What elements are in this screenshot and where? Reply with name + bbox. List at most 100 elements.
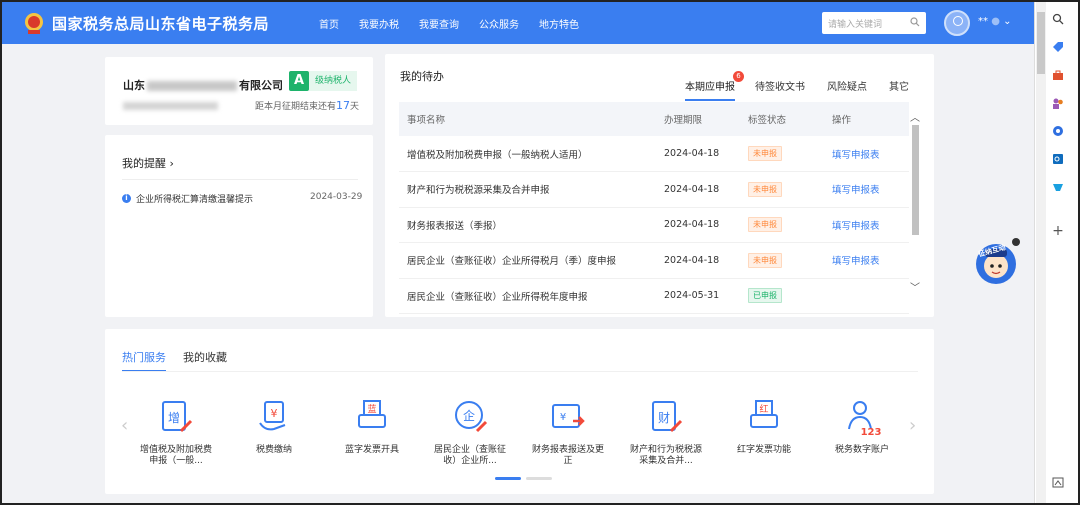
nav-query[interactable]: 我要查询	[419, 16, 459, 31]
col-name: 事项名称	[399, 102, 656, 136]
nav-handle-tax[interactable]: 我要办税	[359, 16, 399, 31]
site-title[interactable]: 国家税务总局山东省电子税务局	[52, 13, 269, 34]
service-digital-account[interactable]: 123 税务数字账户	[813, 397, 911, 467]
office-icon[interactable]	[1051, 124, 1065, 138]
tax-id-blurred	[123, 102, 218, 110]
tab-documents[interactable]: 待签收文书	[755, 78, 805, 101]
digital-account-icon: 123	[841, 397, 883, 439]
tax-emblem-logo	[22, 11, 46, 35]
status-badge: 未申报	[748, 252, 782, 268]
enterprise-icon: 企	[449, 397, 491, 439]
credit-level-badge: A	[289, 71, 309, 91]
table-row: 增值税及附加税费申报（一般纳税人适用） 2024-04-18 未申报 填写申报表	[399, 136, 909, 172]
svg-text:¥: ¥	[560, 412, 566, 423]
carousel-pagination	[495, 477, 552, 480]
service-label: 税务数字账户	[834, 445, 889, 455]
table-row: 居民企业（查账征收）企业所得税年度申报 2024-05-31 已申报	[399, 278, 909, 314]
task-name: 居民企业（查账征收）企业所得税月（季）度申报	[399, 242, 656, 279]
people-icon[interactable]	[1051, 96, 1065, 110]
service-label: 财务报表报送及更正	[531, 445, 604, 466]
hot-services-card: 热门服务 我的收藏 ‹ › 增 增值税及附加税费申报（一般... ¥ 税费缴纳 …	[105, 329, 934, 494]
tab-favorites[interactable]: 我的收藏	[183, 349, 227, 372]
svg-text:企: 企	[463, 408, 475, 423]
vat-doc-icon: 增	[155, 397, 197, 439]
page-dot-active[interactable]	[495, 477, 521, 480]
todo-card: 我的待办 本期应申报 6 待签收文书 风险疑点 其它 事项名称 办理期限 标签状态…	[385, 54, 934, 317]
service-tax-payment[interactable]: ¥ 税费缴纳	[225, 397, 323, 467]
todo-title: 我的待办	[400, 70, 444, 83]
shopping-icon[interactable]	[1051, 180, 1065, 194]
table-header: 事项名称 办理期限 标签状态 操作	[399, 102, 909, 136]
service-label: 居民企业（查账征收）企业所...	[433, 445, 506, 466]
company-card: 山东 有限公司 A 级纳税人 距本月征期结束还有17天	[105, 57, 373, 125]
table-row: 财产和行为税税源采集及合并申报 2024-04-18 未申报 填写申报表	[399, 171, 909, 208]
svg-text:增: 增	[168, 411, 180, 425]
add-icon[interactable]: +	[1051, 223, 1065, 239]
payment-icon: ¥	[253, 397, 295, 439]
count-badge: 6	[733, 71, 744, 82]
toolbox-icon[interactable]	[1051, 68, 1065, 82]
service-red-invoice[interactable]: 红 红字发票功能	[715, 397, 813, 467]
red-invoice-icon: 红	[743, 397, 785, 439]
reminders-card: 我的提醒 › i 企业所得税汇算清缴温馨提示 2024-03-29	[105, 135, 373, 317]
task-deadline: 2024-04-18	[656, 207, 740, 243]
service-property-tax[interactable]: 财 财产和行为税税源采集及合并...	[617, 397, 715, 467]
chevron-down-icon[interactable]: ﹀	[910, 279, 920, 294]
deadline-countdown: 距本月征期结束还有17天	[254, 99, 359, 112]
fill-form-link[interactable]: 填写申报表	[832, 256, 880, 267]
tab-current-declare[interactable]: 本期应申报 6	[685, 71, 744, 101]
invoice-printer-icon: 蓝	[351, 397, 393, 439]
reminder-item[interactable]: i 企业所得税汇算清缴温馨提示	[122, 192, 253, 205]
status-badge: 未申报	[748, 181, 782, 197]
tab-other[interactable]: 其它	[889, 78, 909, 101]
search-input[interactable]: 请输入关键词	[822, 12, 926, 34]
service-list: 增 增值税及附加税费申报（一般... ¥ 税费缴纳 蓝 蓝字发票开具 企 居民企…	[127, 397, 917, 467]
col-deadline: 办理期限	[656, 102, 740, 136]
search-icon[interactable]	[910, 17, 920, 30]
task-deadline: 2024-04-18	[656, 242, 740, 279]
page-dot[interactable]	[526, 477, 552, 480]
interactive-mascot-button[interactable]: 征纳互动	[972, 234, 1020, 290]
fill-form-link[interactable]: 填写申报表	[832, 150, 880, 161]
col-status: 标签状态	[740, 102, 824, 136]
tag-icon[interactable]	[1051, 40, 1065, 54]
task-name: 增值税及附加税费申报（一般纳税人适用）	[399, 136, 656, 172]
service-vat-declare[interactable]: 增 增值税及附加税费申报（一般...	[127, 397, 225, 467]
search-icon[interactable]	[1051, 12, 1065, 26]
divider	[122, 179, 358, 180]
svg-text:¥: ¥	[271, 407, 278, 420]
nav-local-features[interactable]: 地方特色	[539, 16, 579, 31]
main-nav: 首页 我要办税 我要查询 公众服务 地方特色	[319, 16, 579, 31]
task-deadline: 2024-05-31	[656, 278, 740, 314]
property-tax-icon: 财	[645, 397, 687, 439]
tab-risk[interactable]: 风险疑点	[827, 78, 867, 101]
service-label: 增值税及附加税费申报（一般...	[139, 445, 212, 466]
screenshot-icon[interactable]	[1051, 476, 1065, 490]
fill-form-link[interactable]: 填写申报表	[832, 185, 880, 196]
tab-hot-services[interactable]: 热门服务	[122, 349, 166, 372]
service-financial-report[interactable]: ¥ 财务报表报送及更正	[519, 397, 617, 467]
outlook-icon[interactable]	[1051, 152, 1065, 166]
service-tabs: 热门服务 我的收藏	[122, 349, 227, 372]
scroll-thumb[interactable]	[912, 125, 919, 235]
status-badge: 未申报	[748, 217, 782, 233]
service-blue-invoice[interactable]: 蓝 蓝字发票开具	[323, 397, 421, 467]
company-name: 山东 有限公司	[123, 79, 283, 92]
todo-table: 事项名称 办理期限 标签状态 操作 增值税及附加税费申报（一般纳税人适用） 20…	[399, 102, 909, 314]
status-badge: 已申报	[748, 288, 782, 304]
page-scrollbar[interactable]	[1036, 2, 1046, 503]
service-label: 蓝字发票开具	[344, 445, 399, 455]
fill-form-link[interactable]: 填写申报表	[832, 221, 880, 232]
scroll-thumb[interactable]	[1037, 12, 1045, 74]
service-enterprise-income-tax[interactable]: 企 居民企业（查账征收）企业所...	[421, 397, 519, 467]
nav-home[interactable]: 首页	[319, 16, 339, 31]
table-scrollbar[interactable]: ︿ ﹀	[909, 111, 921, 307]
task-deadline: 2024-04-18	[656, 171, 740, 208]
chevron-up-icon[interactable]: ︿	[910, 109, 920, 124]
col-action: 操作	[824, 102, 909, 136]
reminders-title[interactable]: 我的提醒 ›	[122, 155, 174, 171]
search-placeholder: 请输入关键词	[828, 19, 883, 30]
user-avatar[interactable]	[944, 10, 970, 36]
user-menu[interactable]: ** ● ⌄	[978, 16, 1012, 27]
nav-public-service[interactable]: 公众服务	[479, 16, 519, 31]
